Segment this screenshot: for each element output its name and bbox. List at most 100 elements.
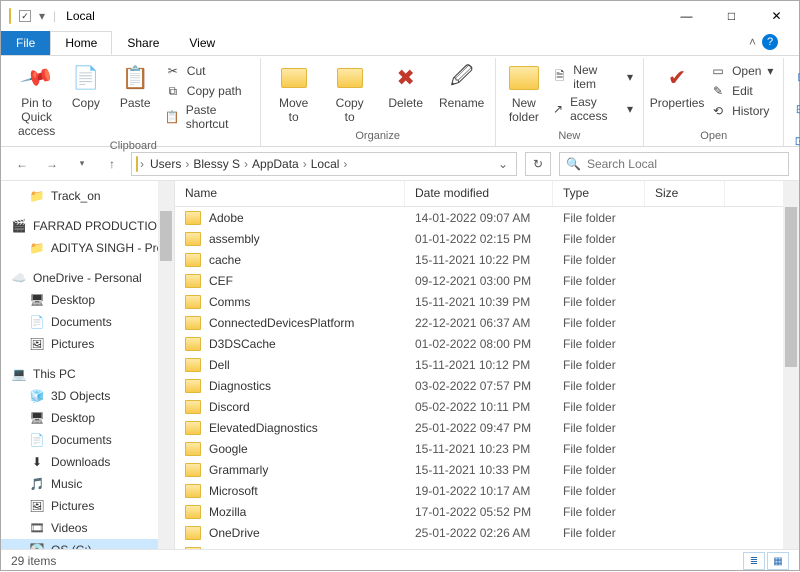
open-button[interactable]: ▭Open ▾ xyxy=(708,62,775,80)
breadcrumb-segment[interactable]: Blessy S xyxy=(189,157,244,171)
details-view-button[interactable]: ≣ xyxy=(743,552,765,570)
cut-button[interactable]: ✂Cut xyxy=(163,62,252,80)
delete-button[interactable]: ✖Delete xyxy=(381,62,431,110)
file-row[interactable]: Adobe14-01-2022 09:07 AMFile folder xyxy=(175,207,799,228)
invert-icon: ⊡ xyxy=(794,133,800,149)
recent-dropdown[interactable]: ▾ xyxy=(71,153,93,175)
move-icon xyxy=(278,62,310,94)
col-date[interactable]: Date modified xyxy=(405,181,553,206)
breadcrumb-segment[interactable]: Users xyxy=(146,157,185,171)
tree-item[interactable]: 🧊3D Objects xyxy=(1,385,174,407)
file-row[interactable]: Microsoft19-01-2022 10:17 AMFile folder xyxy=(175,480,799,501)
edit-button[interactable]: ✎Edit xyxy=(708,82,775,100)
close-button[interactable]: ✕ xyxy=(754,1,799,31)
maximize-button[interactable]: □ xyxy=(709,1,754,31)
properties-button[interactable]: ✔Properties xyxy=(652,62,702,110)
help-icon[interactable]: ? xyxy=(762,34,778,50)
edit-icon: ✎ xyxy=(710,83,726,99)
file-row[interactable]: Package Cache15-11-2021 10:33 PMFile fol… xyxy=(175,543,799,549)
file-row[interactable]: Mozilla17-01-2022 05:52 PMFile folder xyxy=(175,501,799,522)
file-name: Microsoft xyxy=(209,484,258,498)
tree-item[interactable]: ☁️OneDrive - Personal xyxy=(1,267,174,289)
paste-button[interactable]: 📋 Paste xyxy=(114,62,157,110)
file-row[interactable]: Google15-11-2021 10:23 PMFile folder xyxy=(175,438,799,459)
tree-item[interactable]: 📄Documents xyxy=(1,311,174,333)
file-type: File folder xyxy=(553,421,645,435)
tree-item[interactable]: 🎵Music xyxy=(1,473,174,495)
back-button[interactable]: ← xyxy=(11,153,33,175)
new-folder-button[interactable]: New folder xyxy=(504,62,544,124)
doc-icon: 📄 xyxy=(29,432,45,448)
new-item-button[interactable]: 🗎New item ▾ xyxy=(550,62,635,92)
tree-item[interactable]: 🎬FARRAD PRODUCTION xyxy=(1,215,174,237)
tree-item[interactable]: 📁ADITYA SINGH - Prod xyxy=(1,237,174,259)
file-date: 15-11-2021 10:39 PM xyxy=(405,295,553,309)
copy-path-button[interactable]: ⧉Copy path xyxy=(163,82,252,100)
paste-shortcut-button[interactable]: 📋Paste shortcut xyxy=(163,102,252,132)
disk-icon: 💽 xyxy=(29,542,45,549)
history-button[interactable]: ⟲History xyxy=(708,102,775,120)
search-input[interactable] xyxy=(587,157,782,171)
column-headers[interactable]: Name Date modified Type Size xyxy=(175,181,799,207)
col-name[interactable]: Name xyxy=(175,181,405,206)
tree-item[interactable]: 🖥Desktop xyxy=(1,407,174,429)
pin-to-quick-access-button[interactable]: 📌 Pin to Quick access xyxy=(15,62,58,138)
ribbon-collapse[interactable]: ˄ ? xyxy=(734,29,793,55)
file-row[interactable]: assembly01-01-2022 02:15 PMFile folder xyxy=(175,228,799,249)
file-row[interactable]: Diagnostics03-02-2022 07:57 PMFile folde… xyxy=(175,375,799,396)
tree-item[interactable]: 📁Track_on xyxy=(1,185,174,207)
file-row[interactable]: OneDrive25-01-2022 02:26 AMFile folder xyxy=(175,522,799,543)
rename-button[interactable]: 🖉Rename xyxy=(437,62,487,110)
copy-button[interactable]: 📄 Copy xyxy=(64,62,107,110)
forward-button[interactable]: → xyxy=(41,153,63,175)
file-row[interactable]: D3DSCache01-02-2022 08:00 PMFile folder xyxy=(175,333,799,354)
invert-selection-button[interactable]: ⊡Invert selection xyxy=(792,126,800,156)
file-row[interactable]: ElevatedDiagnostics25-01-2022 09:47 PMFi… xyxy=(175,417,799,438)
breadcrumb-segment[interactable]: Local xyxy=(307,157,344,171)
move-to-button[interactable]: Move to xyxy=(269,62,319,124)
qat-checkbox-icon[interactable]: ✓ xyxy=(19,10,31,22)
select-all-button[interactable]: ⊞Select all xyxy=(792,62,800,92)
file-row[interactable]: Discord05-02-2022 10:11 PMFile folder xyxy=(175,396,799,417)
minimize-button[interactable]: — xyxy=(664,1,709,31)
icons-view-button[interactable]: ▦ xyxy=(767,552,789,570)
tree-item[interactable]: 📄Documents xyxy=(1,429,174,451)
file-row[interactable]: cache15-11-2021 10:22 PMFile folder xyxy=(175,249,799,270)
tree-item[interactable]: 🎞Videos xyxy=(1,517,174,539)
col-size[interactable]: Size xyxy=(645,181,725,206)
tab-view[interactable]: View xyxy=(174,31,230,55)
tab-file[interactable]: File xyxy=(1,31,50,55)
select-none-button[interactable]: ⊟Select none xyxy=(792,94,800,124)
qat-dropdown-icon[interactable]: ▾ xyxy=(39,9,45,23)
col-type[interactable]: Type xyxy=(553,181,645,206)
address-dropdown-icon[interactable]: ⌄ xyxy=(494,157,512,171)
file-row[interactable]: Dell15-11-2021 10:12 PMFile folder xyxy=(175,354,799,375)
file-row[interactable]: CEF09-12-2021 03:00 PMFile folder xyxy=(175,270,799,291)
tree-item[interactable]: 🖼Pictures xyxy=(1,495,174,517)
breadcrumb-segment[interactable]: AppData xyxy=(248,157,303,171)
tree-item[interactable]: 🖼Pictures xyxy=(1,333,174,355)
nav-tree[interactable]: 📁Track_on 🎬FARRAD PRODUCTION📁ADITYA SINGH… xyxy=(1,181,175,549)
easy-access-button[interactable]: ↗Easy access ▾ xyxy=(550,94,635,124)
copy-to-button[interactable]: Copy to xyxy=(325,62,375,124)
easy-access-icon: ↗ xyxy=(552,101,564,117)
file-row[interactable]: Grammarly15-11-2021 10:33 PMFile folder xyxy=(175,459,799,480)
file-row[interactable]: Comms15-11-2021 10:39 PMFile folder xyxy=(175,291,799,312)
search-box[interactable]: 🔍 xyxy=(559,152,789,176)
file-date: 03-02-2022 07:57 PM xyxy=(405,379,553,393)
tree-item[interactable]: 🖥Desktop xyxy=(1,289,174,311)
tree-item[interactable]: 💻This PC xyxy=(1,363,174,385)
tree-scrollbar[interactable] xyxy=(158,181,174,549)
folder-icon xyxy=(185,211,201,225)
tab-share[interactable]: Share xyxy=(112,31,174,55)
tree-item[interactable]: ⬇Downloads xyxy=(1,451,174,473)
file-row[interactable]: ConnectedDevicesPlatform22-12-2021 06:37… xyxy=(175,312,799,333)
folder-icon: 📁 xyxy=(29,240,45,256)
pic-icon: 🖼 xyxy=(29,498,45,514)
address-bar[interactable]: › Users›Blessy S›AppData›Local› ⌄ xyxy=(131,152,517,176)
list-scrollbar[interactable] xyxy=(783,181,799,549)
tab-home[interactable]: Home xyxy=(50,31,112,55)
up-button[interactable]: ↑ xyxy=(101,153,123,175)
tree-item[interactable]: 💽OS (C:) xyxy=(1,539,174,549)
refresh-button[interactable]: ↻ xyxy=(525,152,551,176)
